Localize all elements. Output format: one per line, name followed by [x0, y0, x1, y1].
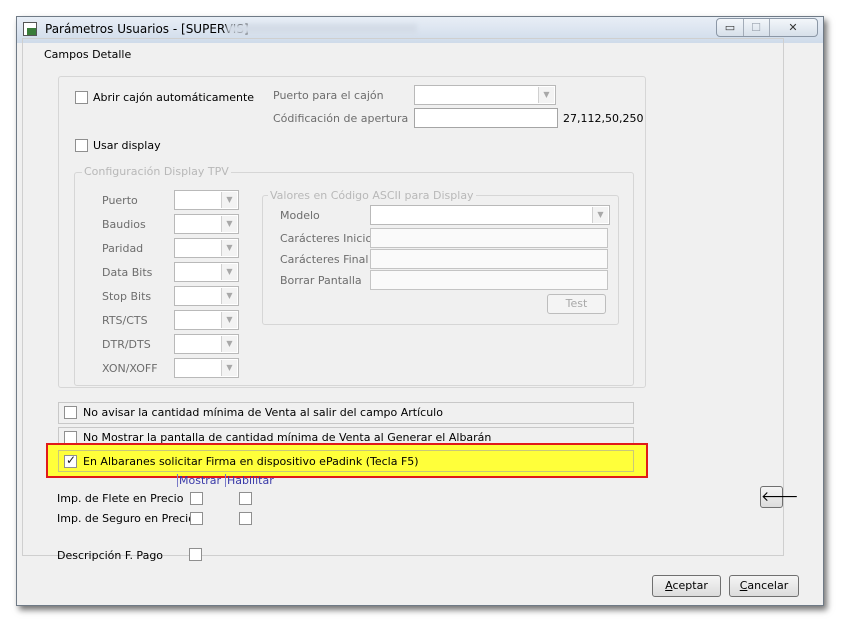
app-icon — [23, 22, 37, 36]
ascii-title: Valores en Código ASCII para Display — [268, 189, 476, 202]
seguro-label: Imp. de Seguro en Precio — [57, 512, 195, 525]
modelo-label: Modelo — [280, 209, 320, 222]
paridad-label: Paridad — [102, 242, 144, 255]
cancelar-button[interactable]: Cancelar — [729, 575, 799, 597]
close-button[interactable]: ✕ — [769, 19, 817, 36]
codificacion-hint: 27,112,50,250 — [563, 112, 644, 125]
baudios-select[interactable]: ▼ — [174, 214, 239, 234]
cancelar-label: ancelar — [747, 579, 789, 592]
config-display-title: Configuración Display TPV — [82, 165, 231, 178]
flete-mostrar-checkbox[interactable] — [190, 492, 203, 505]
usar-display-checkbox[interactable] — [75, 139, 88, 152]
chevron-down-icon: ▼ — [221, 240, 237, 256]
modelo-select[interactable]: ▼ — [370, 205, 610, 225]
minimize-button[interactable]: ▭ — [717, 19, 744, 36]
descripcion-checkbox[interactable] — [189, 548, 202, 561]
no-avisar-label: No avisar la cantidad mínima de Venta al… — [83, 406, 443, 419]
puerto-cajon-label: Puerto para el cajón — [273, 89, 384, 102]
habilitar-header: Habilitar — [225, 474, 274, 487]
chevron-down-icon: ▼ — [221, 360, 237, 376]
firma-checkbox[interactable] — [64, 453, 77, 468]
data-bits-select[interactable]: ▼ — [174, 262, 239, 282]
flete-habilitar-checkbox[interactable] — [239, 492, 252, 505]
xon-xoff-select[interactable]: ▼ — [174, 358, 239, 378]
borrar-pantalla-input[interactable] — [370, 270, 608, 290]
blurred-title-region — [227, 24, 417, 34]
paridad-select[interactable]: ▼ — [174, 238, 239, 258]
chevron-down-icon: ▼ — [221, 312, 237, 328]
caracteres-inicio-input[interactable] — [370, 228, 608, 248]
borrar-pantalla-label: Borrar Pantalla — [280, 274, 362, 287]
abrir-cajon-label: Abrir cajón automáticamente — [93, 91, 255, 104]
codificacion-label: Códificación de apertura — [273, 112, 409, 125]
window-controls: ▭ ☐ ✕ — [716, 18, 818, 37]
aceptar-button[interactable]: Aceptar — [652, 575, 721, 597]
aceptar-label: ceptar — [672, 579, 708, 592]
caracteres-final-input[interactable] — [370, 249, 608, 269]
puerto-select[interactable]: ▼ — [174, 190, 239, 210]
codificacion-input[interactable] — [414, 108, 558, 128]
dtr-dts-label: DTR/DTS — [102, 338, 151, 351]
chevron-down-icon: ▼ — [221, 264, 237, 280]
dtr-dts-select[interactable]: ▼ — [174, 334, 239, 354]
chevron-down-icon: ▼ — [221, 192, 237, 208]
usar-display-label: Usar display — [93, 139, 161, 152]
back-button[interactable]: 🡐 — [760, 486, 799, 508]
seguro-habilitar-checkbox[interactable] — [239, 512, 252, 525]
data-bits-label: Data Bits — [102, 266, 153, 279]
baudios-label: Baudios — [102, 218, 146, 231]
puerto-label: Puerto — [102, 194, 138, 207]
test-button[interactable]: Test — [547, 294, 606, 314]
arrow-left-icon: 🡐 — [761, 489, 799, 505]
descripcion-label: Descripción F. Pago — [57, 549, 164, 562]
caracteres-final-label: Carácteres Final — [280, 253, 369, 266]
chevron-down-icon: ▼ — [592, 207, 608, 223]
chevron-down-icon: ▼ — [538, 87, 554, 103]
panel-title: Campos Detalle — [42, 48, 134, 61]
puerto-cajon-select[interactable]: ▼ — [414, 85, 556, 105]
maximize-button[interactable]: ☐ — [743, 19, 770, 36]
flete-label: Imp. de Flete en Precio — [57, 492, 184, 505]
seguro-mostrar-checkbox[interactable] — [190, 512, 203, 525]
no-avisar-checkbox[interactable] — [64, 406, 77, 419]
chevron-down-icon: ▼ — [221, 288, 237, 304]
stop-bits-label: Stop Bits — [102, 290, 152, 303]
xon-xoff-label: XON/XOFF — [102, 362, 158, 375]
stop-bits-select[interactable]: ▼ — [174, 286, 239, 306]
window-title: Parámetros Usuarios - [SUPERVIS] — [45, 22, 249, 36]
rts-cts-label: RTS/CTS — [102, 314, 148, 327]
chevron-down-icon: ▼ — [221, 216, 237, 232]
rts-cts-select[interactable]: ▼ — [174, 310, 239, 330]
caracteres-inicio-label: Carácteres Inicio — [280, 232, 373, 245]
abrir-cajon-checkbox[interactable] — [75, 91, 88, 104]
chevron-down-icon: ▼ — [221, 336, 237, 352]
firma-label: En Albaranes solicitar Firma en disposit… — [83, 455, 419, 468]
mostrar-header: Mostrar — [177, 474, 222, 487]
